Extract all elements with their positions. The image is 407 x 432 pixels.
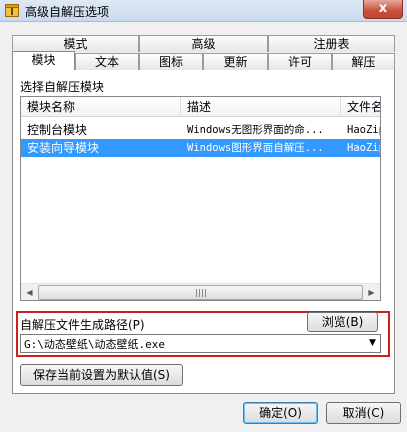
- column-header-description[interactable]: 描述: [181, 97, 341, 117]
- close-icon: x: [378, 1, 388, 16]
- output-path-value: G:\动态壁纸\动态壁纸.exe: [24, 338, 165, 351]
- list-header: 模块名称 描述 文件名: [21, 97, 380, 117]
- tab-extract[interactable]: 解压: [332, 53, 395, 70]
- tab-advanced[interactable]: 高级: [139, 35, 268, 52]
- list-item-filename: HaoZip: [347, 124, 380, 136]
- scrollbar-thumb[interactable]: [38, 285, 363, 300]
- module-list[interactable]: 模块名称 描述 文件名 控制台模块 Windows无图形界面的命... HaoZ…: [20, 96, 381, 301]
- tab-icon[interactable]: 图标: [139, 53, 203, 70]
- list-item-name: 控制台模块: [27, 123, 88, 137]
- output-path-combobox[interactable]: G:\动态壁纸\动态壁纸.exe ▼: [20, 334, 381, 353]
- list-item[interactable]: 控制台模块 Windows无图形界面的命... HaoZip: [21, 121, 380, 139]
- horizontal-scrollbar[interactable]: ◀ ▶: [21, 283, 380, 300]
- window-title: 高级自解压选项: [25, 5, 110, 19]
- close-button[interactable]: x: [363, 0, 403, 19]
- tab-module[interactable]: 模块: [12, 51, 75, 70]
- list-item-description: Windows无图形界面的命...: [187, 124, 324, 136]
- column-header-filename[interactable]: 文件名: [341, 97, 380, 117]
- list-item-description: Windows图形界面自解压...: [187, 142, 324, 154]
- tab-mode[interactable]: 模式: [12, 35, 139, 52]
- cancel-button[interactable]: 取消(C): [326, 402, 401, 424]
- list-item-filename: HaoZip: [347, 142, 380, 154]
- tab-text[interactable]: 文本: [75, 53, 139, 70]
- arrow-left-icon[interactable]: ◀: [21, 284, 38, 300]
- archive-icon: [5, 4, 19, 17]
- select-module-label: 选择自解压模块: [20, 80, 105, 94]
- tab-license[interactable]: 许可: [268, 53, 332, 70]
- column-header-name[interactable]: 模块名称: [21, 97, 181, 117]
- chevron-down-icon[interactable]: ▼: [364, 335, 381, 352]
- output-path-label: 自解压文件生成路径(P): [20, 318, 145, 332]
- arrow-right-icon[interactable]: ▶: [363, 284, 380, 300]
- browse-button[interactable]: 浏览(B): [307, 312, 378, 332]
- tab-update[interactable]: 更新: [203, 53, 268, 70]
- list-item-selected[interactable]: 安装向导模块 Windows图形界面自解压... HaoZip: [21, 139, 380, 157]
- save-as-default-button[interactable]: 保存当前设置为默认值(S): [20, 364, 183, 386]
- ok-button[interactable]: 确定(O): [243, 402, 318, 424]
- tab-registry[interactable]: 注册表: [268, 35, 395, 52]
- grip-icon: [196, 289, 206, 297]
- list-item-name: 安装向导模块: [27, 141, 100, 155]
